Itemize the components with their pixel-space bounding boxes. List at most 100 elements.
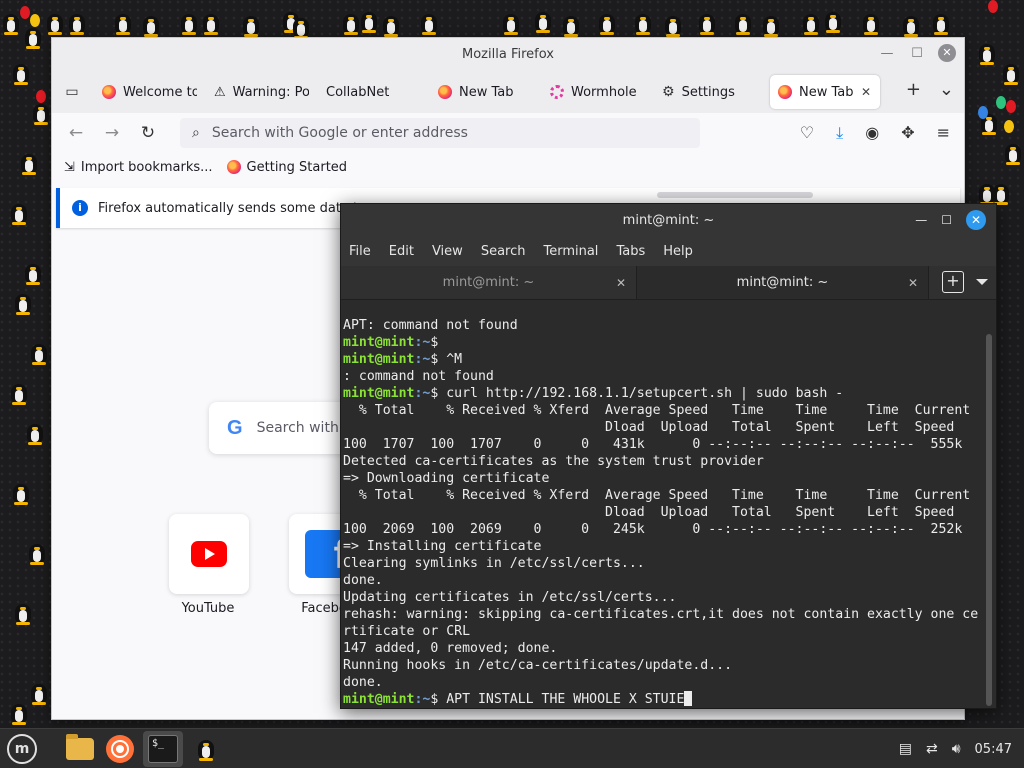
line-text: $ ^M [430, 352, 463, 367]
close-tab-icon[interactable]: ✕ [616, 276, 626, 290]
minimize-icon[interactable]: — [878, 46, 896, 61]
maximize-icon[interactable]: ☐ [941, 213, 952, 227]
forward-arrow-icon[interactable]: → [102, 123, 122, 143]
network-icon[interactable]: ⇄ [926, 741, 938, 757]
penguin-icon [112, 10, 134, 36]
wormhole-icon [550, 85, 564, 99]
browser-tab-label: Wormhole [571, 84, 637, 100]
terminal-output-line: : command not found [343, 368, 986, 385]
terminal-output-line: % Total % Received % Xferd Average Speed… [343, 487, 986, 504]
penguin-icon [22, 260, 44, 286]
tab-list-dropdown-icon[interactable] [976, 279, 988, 285]
list-all-tabs-chevron-icon[interactable]: ⌄ [939, 79, 954, 100]
line-text: $ curl http://192.168.1.1/setupcert.sh |… [430, 386, 844, 401]
terminal-output[interactable]: APT: command not found mint@mint:~$ mint@m… [341, 301, 986, 709]
bookmark-getting-started[interactable]: Getting Started [226, 160, 347, 175]
terminal-tab[interactable]: mint@mint: ~ ✕ [341, 266, 637, 299]
menu-item-file[interactable]: File [349, 244, 371, 259]
close-tab-icon[interactable]: ✕ [908, 276, 918, 290]
terminal-output-line: Detected ca-certificates as the system t… [343, 453, 986, 470]
account-icon[interactable]: ◉ [865, 123, 879, 143]
terminal-prompt-line: mint@mint:~$ [343, 334, 986, 351]
firefox-titlebar[interactable]: Mozilla Firefox — ☐ ✕ [52, 38, 964, 71]
penguin-icon [66, 10, 88, 36]
browser-tab[interactable]: Welcome to [94, 75, 206, 109]
notes-icon[interactable]: ▤ [899, 741, 912, 757]
browser-tab[interactable]: CollabNet [318, 75, 430, 109]
menu-item-view[interactable]: View [432, 244, 463, 259]
terminal-titlebar[interactable]: mint@mint: ~ — ☐ ✕ [341, 204, 996, 236]
url-input[interactable] [211, 125, 672, 141]
bookmark-import[interactable]: ⇲ Import bookmarks... [64, 160, 213, 175]
reload-icon[interactable]: ↻ [138, 123, 158, 143]
new-tab-plus-icon[interactable]: + [906, 79, 921, 100]
penguin-icon [418, 10, 440, 36]
close-tab-icon[interactable]: ✕ [861, 85, 871, 99]
terminal-output-line: 100 2069 100 2069 0 0 245k 0 --:--:-- --… [343, 521, 986, 538]
firefox-icon [226, 160, 241, 174]
prompt-user: mint@mint [343, 386, 415, 401]
browser-tab[interactable]: New Tab [430, 75, 542, 109]
menu-item-edit[interactable]: Edit [389, 244, 414, 259]
menu-hamburger-icon[interactable]: ≡ [937, 123, 950, 143]
line-text: 147 added, 0 removed; done. [343, 641, 558, 656]
browser-tab[interactable]: ⚙ Settings [654, 75, 766, 109]
terminal-tabbar: mint@mint: ~ ✕ mint@mint: ~ ✕ + [341, 266, 996, 300]
taskbar-terminal[interactable]: $_ [143, 730, 183, 767]
bookmark-label: Import bookmarks... [80, 159, 213, 175]
menu-item-search[interactable]: Search [481, 244, 526, 259]
penguin-icon [28, 680, 50, 706]
close-icon[interactable]: ✕ [938, 44, 956, 62]
line-text: % Total % Received % Xferd Average Speed… [343, 403, 971, 418]
volume-icon[interactable]: 🔊︎ [952, 741, 961, 757]
penguin-icon [26, 540, 48, 566]
address-bar[interactable]: ⌕ [180, 118, 700, 148]
penguin-icon [632, 10, 654, 36]
clock[interactable]: 05:47 [975, 742, 1012, 757]
penguin-icon [8, 700, 30, 726]
firefox-window-title: Mozilla Firefox [462, 47, 554, 62]
line-text: 100 1707 100 1707 0 0 431k 0 --:--:-- --… [343, 437, 963, 452]
taskbar-tux-app[interactable] [189, 732, 223, 766]
penguin-icon [596, 10, 618, 36]
balloon-icon [30, 14, 40, 27]
browser-tab[interactable]: New Tab ✕ [770, 75, 880, 109]
taskbar-firefox[interactable] [103, 732, 137, 766]
penguin-icon [240, 12, 262, 38]
penguin-icon [732, 10, 754, 36]
minimize-icon[interactable]: — [915, 213, 927, 227]
back-arrow-icon[interactable]: ← [66, 123, 86, 143]
firefox-view-icon[interactable]: ▭ [58, 78, 86, 106]
new-tab-plus-icon[interactable]: + [942, 271, 964, 293]
terminal-scrollbar[interactable] [986, 334, 992, 706]
line-text: rtificate or CRL [343, 624, 471, 639]
pocket-icon[interactable]: ♡ [800, 123, 814, 143]
menu-item-help[interactable]: Help [663, 244, 693, 259]
prompt-path: :~ [414, 692, 431, 707]
download-icon[interactable]: ⤓ [836, 123, 843, 143]
line-text: Clearing symlinks in /etc/ssl/certs... [343, 556, 645, 571]
browser-tab[interactable]: Wormhole [542, 75, 654, 109]
penguin-icon [696, 10, 718, 36]
shortcut-youtube[interactable] [169, 514, 249, 594]
penguin-icon [28, 340, 50, 366]
firefox-icon [778, 85, 792, 99]
menu-item-terminal[interactable]: Terminal [543, 244, 598, 259]
prompt-path: :~ [414, 335, 431, 350]
prompt-user: mint@mint [343, 352, 415, 367]
penguin-icon [662, 12, 684, 38]
extensions-icon[interactable]: ✥ [901, 123, 914, 143]
terminal-output-line: rtificate or CRL [343, 623, 986, 640]
terminal-tab-active[interactable]: mint@mint: ~ ✕ [637, 266, 929, 299]
maximize-icon[interactable]: ☐ [908, 46, 926, 61]
system-tray: ▤ ⇄ 🔊︎ 05:47 [899, 729, 1012, 768]
menu-button[interactable]: m [5, 732, 39, 766]
line-text: Updating certificates in /etc/ssl/certs.… [343, 590, 677, 605]
gear-icon: ⚙ [662, 84, 675, 100]
close-icon[interactable]: ✕ [966, 210, 986, 230]
browser-tab[interactable]: ⚠ Warning: Po [206, 75, 318, 109]
linux-mint-logo-icon: m [7, 733, 37, 764]
penguin-icon [976, 40, 998, 66]
menu-item-tabs[interactable]: Tabs [616, 244, 645, 259]
taskbar-files[interactable] [63, 732, 97, 766]
